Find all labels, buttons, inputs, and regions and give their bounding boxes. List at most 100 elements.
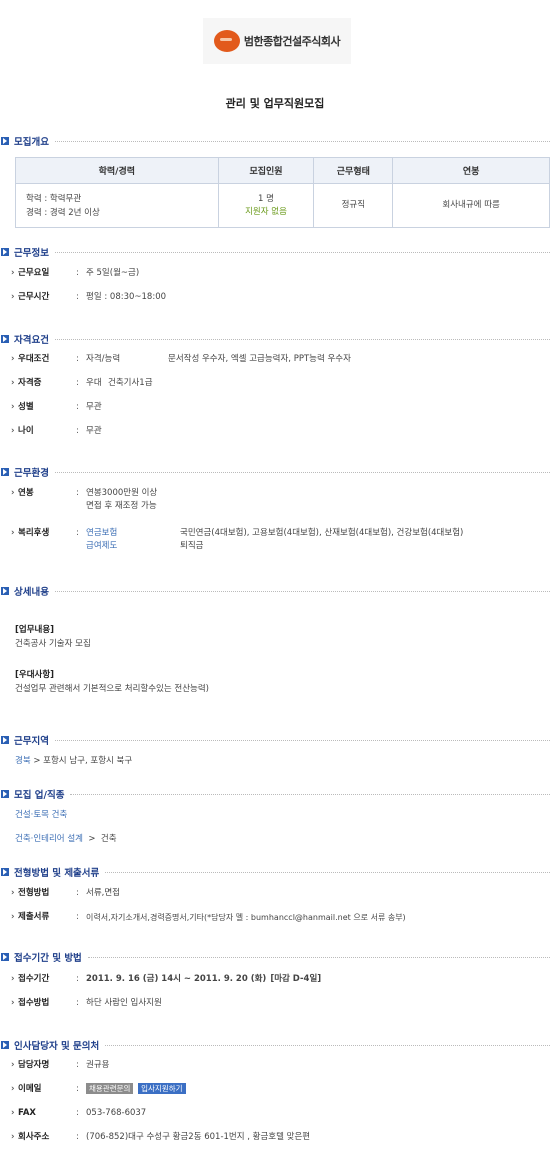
row-value: 주 5일(월~금) xyxy=(86,268,140,278)
section-title: 모집개요 xyxy=(14,137,49,148)
divider xyxy=(70,793,550,795)
job-subcategory-leaf: 건축 xyxy=(100,834,117,844)
section-arrow-icon xyxy=(1,468,9,476)
section-process: 전형방법 및 제출서류 xyxy=(0,865,550,879)
row-label: FAX xyxy=(10,1107,76,1120)
row-label: 우대조건 xyxy=(10,353,76,366)
section-qualification: 자격요건 xyxy=(0,332,550,346)
section-arrow-icon xyxy=(1,137,9,145)
row-preference: 우대조건 : 자격/능력 문서작성 우수자, 엑셀 고급능력자, PPT능력 우… xyxy=(10,353,351,366)
row-apply-period: 접수기간 : 2011. 9. 16 (금) 14시 ~ 2011. 9. 20… xyxy=(10,973,321,986)
cert-value: 건축기사1급 xyxy=(108,378,153,388)
row-label: 접수방법 xyxy=(10,997,76,1010)
cell-type: 정규직 xyxy=(313,183,394,228)
section-arrow-icon xyxy=(1,335,9,343)
row-salary: 연봉 : 연봉3000만원 이상 면접 후 재조정 가능 xyxy=(10,487,157,513)
duty-text: 건축공사 기술자 모집 xyxy=(15,639,91,649)
section-job: 모집 업/직종 xyxy=(0,787,550,801)
applicant-note: 지원자 없음 xyxy=(245,206,287,217)
row-value: (706-852)대구 수성구 황금2동 601-1번지 , 황금호텔 맞은편 xyxy=(86,1132,311,1142)
pref-text: 건설업무 관련해서 기본적으로 처리할수있는 전산능력) xyxy=(15,684,209,694)
apply-button[interactable]: 입사지원하기 xyxy=(138,1083,186,1094)
section-period: 접수기간 및 방법 xyxy=(0,950,550,964)
divider xyxy=(54,251,550,253)
row-label: 근무시간 xyxy=(10,291,76,304)
row-manager: 담당자명 : 권규용 xyxy=(10,1059,109,1072)
insurance-value: 국민연금(4대보험), 고용보험(4대보험), 산재보험(4대보험), 건강보험… xyxy=(180,528,464,538)
row-label: 제출서류 xyxy=(10,911,76,924)
row-documents: 제출서류 : 이력서,자기소개서,경력증명서,기타(*담당자 멜 : bumha… xyxy=(10,911,406,924)
job-subcategory: 건축·인테리어 설계 > 건축 xyxy=(15,833,117,846)
duty-title: [업무내용] xyxy=(15,625,55,635)
row-value: 이력서,자기소개서,경력증명서,기타(*담당자 멜 : bumhanccl@ha… xyxy=(86,913,406,922)
row-label: 이메일 xyxy=(10,1083,76,1096)
row-value: 채용관련문의 입사지원하기 xyxy=(86,1083,188,1096)
header-salary: 연봉 xyxy=(392,157,550,184)
row-work-hours: 근무시간 : 평일 : 08:30~18:00 xyxy=(10,291,166,304)
divider xyxy=(54,140,550,142)
region-separator: > xyxy=(33,756,41,766)
section-arrow-icon xyxy=(1,790,9,798)
row-label: 연봉 xyxy=(10,487,76,513)
cell-education: 학력 : 학력무관 경력 : 경력 2년 이상 xyxy=(15,183,219,228)
region-cities: 포항시 남구, 포항시 북구 xyxy=(43,756,133,766)
divider xyxy=(54,338,550,340)
row-method: 전형방법 : 서류,면접 xyxy=(10,887,120,900)
section-arrow-icon xyxy=(1,953,9,961)
row-label: 회사주소 xyxy=(10,1131,76,1144)
row-label: 담당자명 xyxy=(10,1059,76,1072)
divider xyxy=(54,471,550,473)
section-work: 근무정보 xyxy=(0,245,550,259)
row-fax: FAX : 053-768-6037 xyxy=(10,1107,146,1120)
salary-note: 면접 후 재조정 가능 xyxy=(86,501,157,511)
section-title: 인사담당자 및 문의처 xyxy=(14,1041,100,1052)
header-count: 모집인원 xyxy=(217,157,315,184)
row-value: 서류,면접 xyxy=(86,888,120,898)
row-label: 복리후생 xyxy=(10,527,76,553)
row-gender: 성별 : 무관 xyxy=(10,401,102,414)
recruit-count: 1 명 xyxy=(258,193,274,204)
section-contact: 인사담당자 및 문의처 xyxy=(0,1038,550,1052)
row-value: 무관 xyxy=(86,402,102,412)
salary-value: 연봉3000만원 이상 xyxy=(86,488,158,498)
insurance-key: 연금보험 xyxy=(86,528,118,538)
recruit-table: 학력/경력 모집인원 근무형태 연봉 학력 : 학력무관 경력 : 경력 2년 … xyxy=(15,157,550,228)
job-separator: > xyxy=(88,834,96,844)
page-title: 관리 및 업무직원모집 xyxy=(225,97,325,110)
job-category-link[interactable]: 건설·토목 건축 xyxy=(15,809,67,822)
section-area: 근무지역 xyxy=(0,733,550,747)
section-title: 모집 업/직종 xyxy=(14,790,65,801)
section-title: 근무지역 xyxy=(14,736,49,747)
deadline-badge: [마감 D-4일] xyxy=(270,974,322,984)
section-title: 전형방법 및 제출서류 xyxy=(14,868,100,879)
cell-count: 1 명 지원자 없음 xyxy=(217,183,315,228)
section-arrow-icon xyxy=(1,736,9,744)
row-label: 자격증 xyxy=(10,377,76,390)
section-arrow-icon xyxy=(1,868,9,876)
region-link[interactable]: 경북 xyxy=(15,756,31,766)
section-title: 상세내용 xyxy=(14,587,49,598)
row-label: 근무요일 xyxy=(10,267,76,280)
row-apply-method: 접수방법 : 하단 사람인 입사지원 xyxy=(10,997,162,1010)
divider xyxy=(54,590,550,592)
row-label: 전형방법 xyxy=(10,887,76,900)
row-value: 평일 : 08:30~18:00 xyxy=(86,292,167,302)
divider xyxy=(105,871,550,873)
section-title: 근무정보 xyxy=(14,248,49,259)
pref-key: 자격/능력 xyxy=(86,354,121,364)
section-title: 근무환경 xyxy=(14,468,49,479)
row-label: 성별 xyxy=(10,401,76,414)
pay-value: 퇴직금 xyxy=(180,541,204,551)
row-email: 이메일 : 채용관련문의 입사지원하기 xyxy=(10,1083,188,1096)
section-arrow-icon xyxy=(1,1041,9,1049)
row-label: 나이 xyxy=(10,425,76,438)
pay-key: 급여제도 xyxy=(86,541,118,551)
inquiry-button[interactable]: 채용관련문의 xyxy=(86,1083,134,1094)
section-recruit: 모집개요 xyxy=(0,134,550,148)
job-subcategory-link[interactable]: 건축·인테리어 설계 xyxy=(15,834,83,844)
cert-key: 우대 xyxy=(86,378,102,388)
row-value: 하단 사람인 입사지원 xyxy=(86,998,162,1008)
pref-title: [우대사항] xyxy=(15,670,55,680)
section-arrow-icon xyxy=(1,587,9,595)
section-title: 접수기간 및 방법 xyxy=(14,953,82,964)
